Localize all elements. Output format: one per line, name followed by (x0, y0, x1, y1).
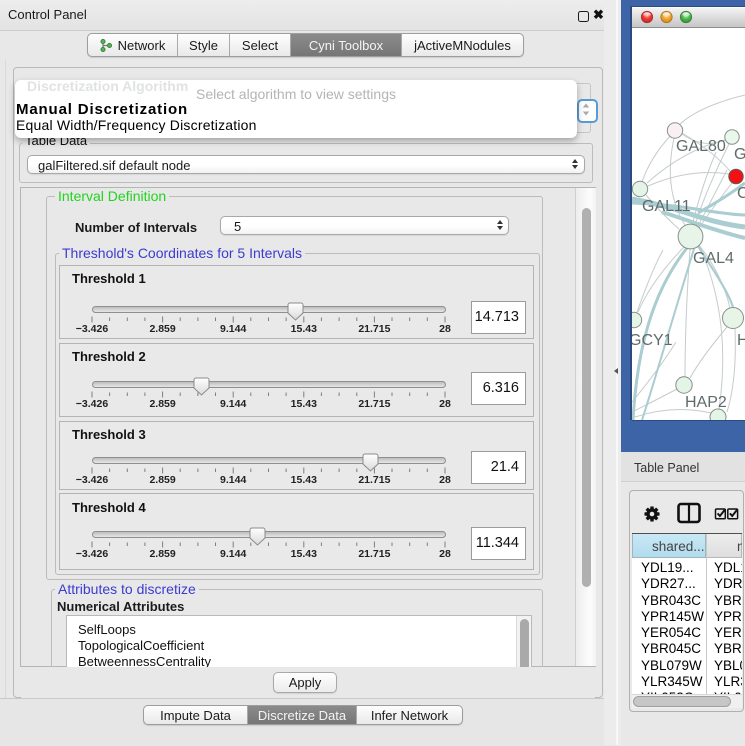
svg-text:GAL80: GAL80 (676, 138, 726, 155)
svg-text:CR: CR (737, 185, 745, 202)
svg-text:GAL4: GAL4 (693, 250, 734, 267)
svg-text:HA: HA (737, 332, 745, 349)
svg-text:GA: GA (734, 146, 745, 163)
svg-text:GAL11: GAL11 (642, 198, 691, 215)
svg-text:HAP2: HAP2 (685, 394, 727, 411)
svg-text:GCY1: GCY1 (629, 332, 673, 349)
